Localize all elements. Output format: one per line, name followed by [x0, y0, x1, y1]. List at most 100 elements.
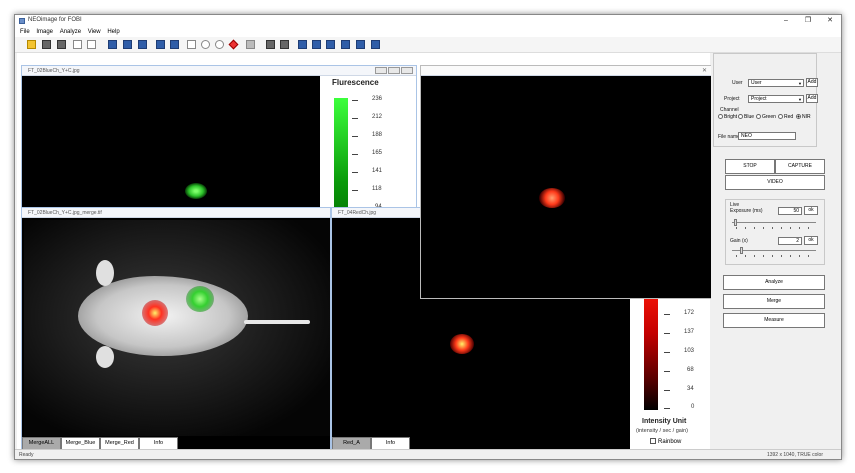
- intensity-legend-subtitle: (intensity / sec / gain): [636, 428, 688, 434]
- filename-field[interactable]: NEO: [738, 132, 796, 140]
- green-tick-label: 236: [372, 96, 383, 102]
- flip-vertical-icon[interactable]: [170, 40, 179, 49]
- channel-radio-label: NIR: [802, 114, 811, 120]
- menu-view[interactable]: View: [88, 27, 101, 37]
- red-fluorescence-spot: [450, 334, 474, 354]
- blue-channel-window: FT_02BlueCh_Y+C.jpg Flurescence 236 212 …: [21, 65, 417, 218]
- red-colorbar: [644, 282, 658, 410]
- green-tick-label: 188: [372, 132, 383, 138]
- menu-bar: File Image Analyze View Help: [15, 27, 841, 37]
- toolbar: [15, 37, 841, 53]
- exposure-field[interactable]: 50: [778, 207, 802, 215]
- blue-window-minimize-button[interactable]: [375, 67, 387, 74]
- channel-four-icon[interactable]: [341, 40, 350, 49]
- copy-icon[interactable]: [266, 40, 275, 49]
- rotate-left-icon[interactable]: [108, 40, 117, 49]
- channel-two-icon[interactable]: [312, 40, 321, 49]
- color-picker-icon[interactable]: [228, 39, 239, 50]
- mouse-image-area: [24, 220, 330, 436]
- rainbow-label: Rainbow: [658, 439, 682, 445]
- flip-horizontal-icon[interactable]: [156, 40, 165, 49]
- lasso-tool-icon[interactable]: [215, 40, 224, 49]
- ellipse-tool-icon[interactable]: [201, 40, 210, 49]
- channel-radio-label: Red: [784, 114, 794, 120]
- gain-field[interactable]: 2: [778, 237, 802, 245]
- menu-help[interactable]: Help: [107, 27, 119, 37]
- green-tick-label: 141: [372, 168, 383, 174]
- add-user-button[interactable]: Add: [806, 78, 818, 87]
- user-select[interactable]: User ▼: [748, 79, 804, 87]
- green-fluorescence-spot: [185, 183, 207, 199]
- app-window: NEOimage for FOBI – ❐ ✕ File Image Analy…: [14, 14, 842, 460]
- gain-slider-thumb[interactable]: [740, 247, 743, 254]
- capture-button[interactable]: CAPTURE: [775, 159, 825, 174]
- exposure-slider-ticks: [736, 227, 816, 229]
- red-window-title: FT_04RedCh.jpg: [338, 210, 377, 216]
- rectangle-tool-icon[interactable]: [187, 40, 196, 49]
- maximize-button[interactable]: ❐: [797, 15, 819, 27]
- save-icon[interactable]: [42, 40, 51, 49]
- red-tick-label: 68: [687, 367, 694, 373]
- channel-radio-green[interactable]: Green: [756, 114, 776, 120]
- mouse-tail-image: [244, 320, 310, 324]
- minimize-button[interactable]: –: [775, 15, 797, 27]
- blue-window-close-button[interactable]: [401, 67, 413, 74]
- menu-image[interactable]: Image: [36, 27, 53, 37]
- refresh-icon[interactable]: [138, 40, 147, 49]
- channel-label: Channel: [720, 107, 739, 113]
- paste-icon[interactable]: [280, 40, 289, 49]
- channel-six-icon[interactable]: [371, 40, 380, 49]
- intensity-legend-title: Intensity Unit: [642, 418, 687, 425]
- exposure-ok-button[interactable]: ok: [804, 206, 818, 215]
- blue-window-maximize-button[interactable]: [388, 67, 400, 74]
- control-panel: User User ▼ Add Project Project ▼ Add Chan…: [711, 53, 841, 451]
- user-select-value: User: [751, 80, 762, 86]
- gain-label: Gain (x): [730, 238, 748, 244]
- red-tick-label: 103: [684, 348, 695, 354]
- menu-analyze[interactable]: Analyze: [60, 27, 81, 37]
- exposure-slider-track[interactable]: [732, 222, 816, 223]
- channel-five-icon[interactable]: [356, 40, 365, 49]
- channel-radio-blue[interactable]: Blue: [738, 114, 754, 120]
- live-preview-close-icon[interactable]: ✕: [702, 67, 707, 74]
- channel-radio-bright[interactable]: Bright: [718, 114, 737, 120]
- status-ready-text: Ready: [19, 452, 34, 458]
- rotate-right-icon[interactable]: [123, 40, 132, 49]
- print-icon[interactable]: [57, 40, 66, 49]
- green-fluorescence-spot: [186, 286, 214, 312]
- redo-icon[interactable]: [87, 40, 96, 49]
- close-button[interactable]: ✕: [819, 15, 841, 27]
- open-folder-icon[interactable]: [27, 40, 36, 49]
- gain-slider-track[interactable]: [732, 250, 816, 251]
- project-select-value: Project: [751, 96, 767, 102]
- radio-icon: [718, 114, 723, 119]
- merge-window-caption: FT_02BlueCh_Y+C.jpg_merge.tif: [22, 208, 330, 218]
- live-settings-group: Live Exposure (ms) 50 ok Gain (x) 2 ok: [725, 199, 825, 265]
- exposure-slider-thumb[interactable]: [734, 219, 737, 226]
- channel-radio-label: Bright: [724, 114, 738, 120]
- intensity-legend: 206 172 137 103 68 34 0 Intensity Unit (…: [630, 278, 710, 452]
- rainbow-checkbox[interactable]: Rainbow: [650, 438, 681, 445]
- project-select[interactable]: Project ▼: [748, 95, 804, 103]
- channel-one-icon[interactable]: [298, 40, 307, 49]
- channel-radio-label: Green: [762, 114, 776, 120]
- measure-button[interactable]: Measure: [723, 313, 825, 328]
- status-image-info: 1392 x 1040, TRUE color: [766, 452, 823, 458]
- channel-three-icon[interactable]: [326, 40, 335, 49]
- add-project-button[interactable]: Add: [806, 94, 818, 103]
- project-label: Project: [724, 96, 740, 102]
- undo-icon[interactable]: [73, 40, 82, 49]
- gain-ok-button[interactable]: ok: [804, 236, 818, 245]
- channel-radio-nir[interactable]: NIR: [796, 114, 811, 120]
- stop-button[interactable]: STOP: [725, 159, 775, 174]
- analyze-button[interactable]: Analyze: [723, 275, 825, 290]
- merge-button[interactable]: Merge: [723, 294, 825, 309]
- video-button[interactable]: VIDEO: [725, 175, 825, 190]
- menu-file[interactable]: File: [20, 27, 30, 37]
- radio-icon: [756, 114, 761, 119]
- clear-roi-icon[interactable]: [246, 40, 255, 49]
- live-preview-window: ✕: [420, 65, 712, 299]
- image-workspace: FT_02BlueCh_Y+C.jpg Flurescence 236 212 …: [17, 53, 712, 452]
- channel-radio-red[interactable]: Red: [778, 114, 793, 120]
- mouse-ear-image: [96, 346, 114, 368]
